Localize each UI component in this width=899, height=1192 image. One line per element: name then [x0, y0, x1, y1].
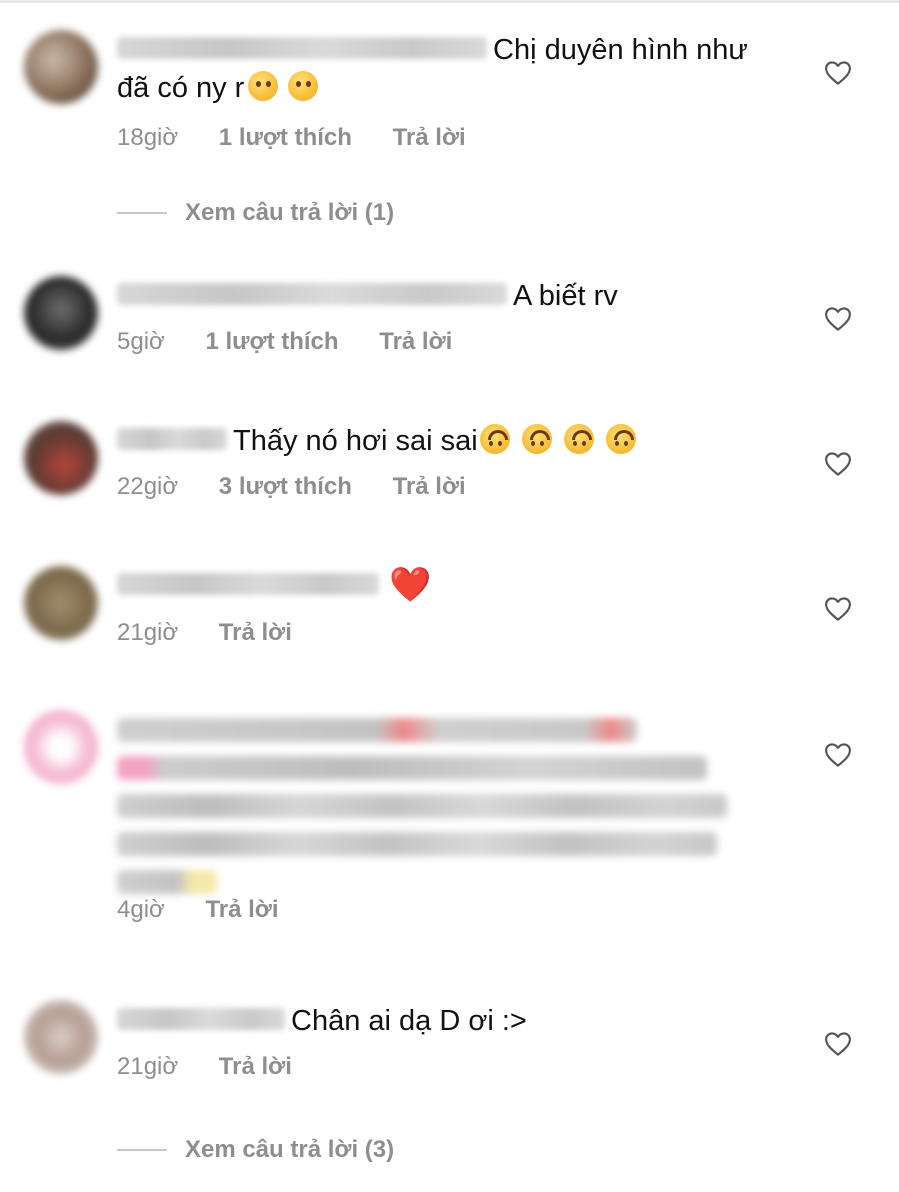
comment-text-line1: Chân ai dạ D ơi :> — [291, 1005, 527, 1037]
heart-outline-icon[interactable] — [823, 304, 853, 334]
comment-body: Thấy nó hơi sai sai 22giờ 3 lượt thích T… — [117, 422, 797, 502]
blurred-text-line — [117, 794, 727, 818]
upside-down-face-icon — [521, 424, 552, 455]
avatar[interactable] — [24, 1000, 98, 1074]
thinking-face-icon — [288, 71, 319, 102]
reply-button[interactable]: Trả lời — [205, 895, 278, 925]
view-replies-label: Xem câu trả lời (3) — [185, 1136, 395, 1163]
username-blurred[interactable] — [117, 1008, 285, 1031]
comment-time: 5giờ — [117, 328, 165, 355]
comment-likes[interactable]: 3 lượt thích — [219, 472, 352, 502]
reply-button[interactable]: Trả lời — [393, 472, 466, 502]
comment-text: Thấy nó hơi sai sai — [117, 422, 797, 460]
comment-meta: 21giờ Trả lời — [117, 618, 797, 648]
comment-meta: 21giờ Trả lời — [117, 1052, 797, 1082]
thinking-face-icon — [248, 71, 279, 102]
comment-text-line1: Thấy nó hơi sai sai — [233, 425, 478, 457]
upside-down-face-icon — [479, 424, 510, 455]
top-divider — [0, 0, 899, 3]
comment-text: Chân ai dạ D ơi :> — [117, 1002, 797, 1040]
comment-time: 21giờ — [117, 1053, 179, 1080]
username-blurred[interactable] — [117, 573, 379, 596]
comment-body: Chị duyên hình như đã có ny r 18giờ 1 lư… — [117, 31, 797, 153]
username-blurred[interactable] — [117, 428, 227, 451]
username-blurred[interactable] — [117, 37, 487, 60]
comment-likes[interactable]: 1 lượt thích — [205, 327, 338, 357]
avatar[interactable] — [24, 276, 98, 350]
reply-button[interactable]: Trả lời — [219, 618, 292, 648]
comment-text-line1: A biết rv — [513, 280, 618, 312]
comments-page: Chị duyên hình như đã có ny r 18giờ 1 lư… — [0, 0, 899, 1192]
comment-text-line2: đã có ny r — [117, 72, 245, 104]
upside-down-face-icon — [563, 424, 594, 455]
comment-text: Chị duyên hình như đã có ny r — [117, 31, 797, 107]
comment-body: A biết rv 5giờ 1 lượt thích Trả lời — [117, 277, 797, 357]
comment-time: 18giờ — [117, 124, 179, 151]
blurred-text-line — [117, 832, 717, 856]
comment-meta: 22giờ 3 lượt thích Trả lời — [117, 472, 797, 502]
view-replies-button[interactable]: Xem câu trả lời (1) — [117, 199, 394, 227]
divider-line — [117, 212, 167, 214]
comment-text: ❤️ — [117, 565, 797, 606]
comment-body-blurred — [117, 718, 737, 908]
red-heart-emoji: ❤️ — [389, 565, 432, 606]
reply-button[interactable]: Trả lời — [219, 1052, 292, 1082]
heart-outline-icon[interactable] — [823, 1029, 853, 1059]
heart-outline-icon[interactable] — [823, 594, 853, 624]
comment-body: 4giờ Trả lời — [117, 895, 797, 925]
reply-button[interactable]: Trả lời — [393, 123, 466, 153]
avatar[interactable] — [24, 566, 98, 640]
blurred-text-line — [117, 756, 707, 780]
comment-time: 21giờ — [117, 619, 179, 647]
comment-meta: 5giờ 1 lượt thích Trả lời — [117, 327, 797, 357]
avatar[interactable] — [24, 421, 98, 495]
heart-outline-icon[interactable] — [823, 740, 853, 770]
comment-time: 22giờ — [117, 473, 179, 500]
avatar[interactable] — [24, 30, 98, 104]
view-replies-button[interactable]: Xem câu trả lời (3) — [117, 1136, 394, 1164]
blurred-text-line — [117, 870, 217, 894]
comment-meta: 18giờ 1 lượt thích Trả lời — [117, 123, 797, 153]
comment-meta: 4giờ Trả lời — [117, 895, 797, 925]
comment-body: ❤️ 21giờ Trả lời — [117, 565, 797, 648]
comment-text-line1: Chị duyên hình như — [493, 34, 748, 66]
reply-button[interactable]: Trả lời — [379, 327, 452, 357]
comment-body: Chân ai dạ D ơi :> 21giờ Trả lời — [117, 1002, 797, 1082]
blurred-text-line — [117, 718, 637, 742]
heart-outline-icon[interactable] — [823, 449, 853, 479]
comment-text: A biết rv — [117, 277, 797, 315]
comment-likes[interactable]: 1 lượt thích — [219, 123, 352, 153]
divider-line — [117, 1149, 167, 1151]
avatar[interactable] — [24, 710, 98, 784]
comment-time: 4giờ — [117, 896, 165, 923]
upside-down-face-icon — [605, 424, 636, 455]
view-replies-label: Xem câu trả lời (1) — [185, 199, 395, 226]
username-blurred[interactable] — [117, 283, 507, 306]
heart-outline-icon[interactable] — [823, 58, 853, 88]
